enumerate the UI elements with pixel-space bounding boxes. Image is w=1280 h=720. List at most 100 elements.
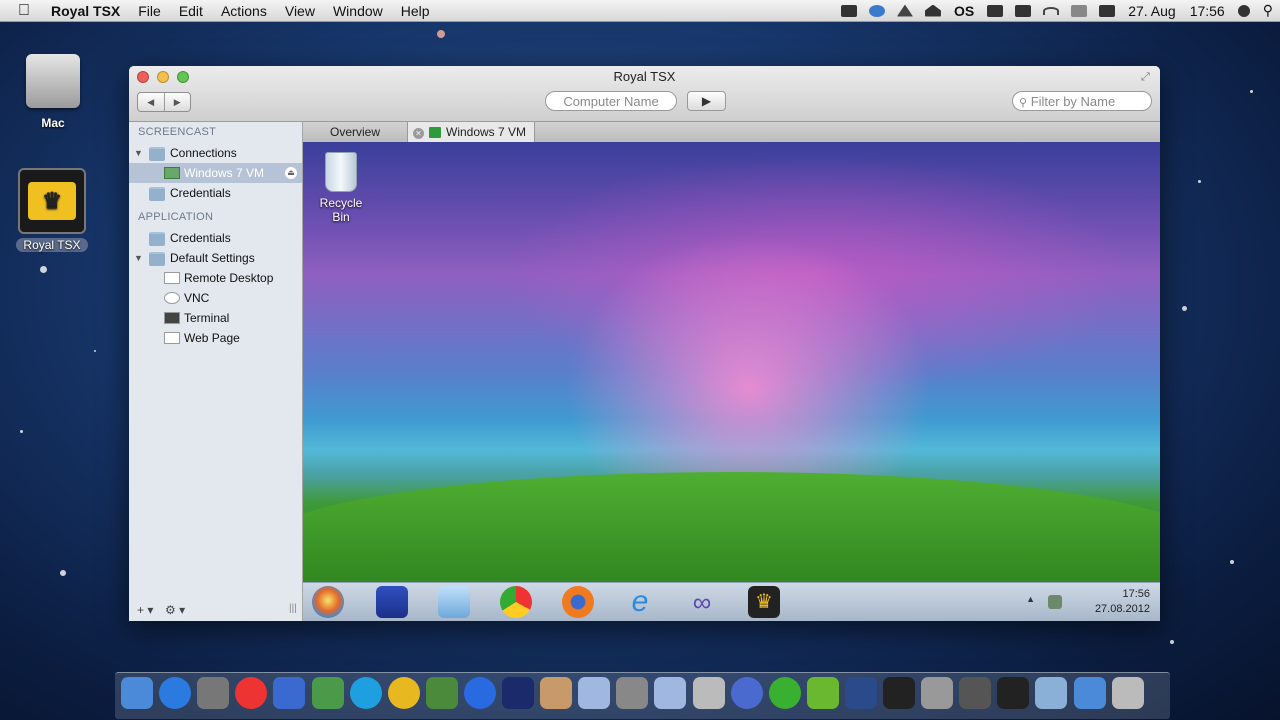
network-icon[interactable] [311, 677, 344, 709]
fullscreen-icon[interactable]: ⤢ [1141, 71, 1153, 83]
app-store-icon[interactable] [159, 677, 192, 709]
finder-icon[interactable] [121, 677, 153, 709]
tsx-icon-2[interactable] [654, 677, 687, 709]
sidebar-item-connections[interactable]: ▼ Connections [129, 143, 302, 163]
computer-name-field[interactable]: Computer Name [545, 91, 677, 111]
world-icon[interactable] [387, 677, 420, 709]
disk-utility-icon[interactable] [197, 677, 230, 709]
evernote-icon[interactable] [425, 677, 458, 709]
firefox-icon[interactable] [562, 586, 594, 618]
menubar-date[interactable]: 27. Aug [1121, 3, 1183, 19]
chrome-icon[interactable] [500, 586, 532, 618]
disclosure-triangle-icon[interactable]: ▼ [134, 248, 143, 268]
downloads-folder-icon[interactable] [1073, 677, 1106, 709]
royal-ts-icon[interactable]: ♛ [748, 586, 780, 618]
sidebar-item-terminal[interactable]: Terminal [129, 308, 302, 328]
forward-button[interactable]: ▶ [165, 93, 191, 111]
clock-time: 17:56 [1122, 588, 1150, 600]
recycle-bin[interactable]: Recycle Bin [311, 152, 371, 224]
menu-view[interactable]: View [276, 0, 324, 22]
hard-drive-icon [26, 54, 80, 108]
paper-plane-icon[interactable] [273, 677, 306, 709]
vnc-icon [164, 292, 180, 304]
sidebar-item-label: Windows 7 VM [184, 166, 265, 180]
disconnect-icon[interactable]: ⏏ [285, 167, 297, 179]
windows-clock[interactable]: 17:56 27.08.2012 [1095, 587, 1150, 617]
remote-desktop-icon[interactable] [844, 677, 877, 709]
green-ball-icon[interactable] [768, 677, 801, 709]
sidebar-item-credentials[interactable]: Credentials [129, 183, 302, 203]
tsx-icon[interactable] [578, 677, 611, 709]
os-status-text[interactable]: OS [947, 3, 981, 19]
desktop-icon-royal-tsx[interactable]: ♛ Royal TSX [10, 168, 94, 252]
sync-icon[interactable] [868, 4, 885, 17]
battery-icon[interactable] [1099, 4, 1116, 17]
back-button[interactable]: ◀ [138, 93, 165, 111]
volume-icon[interactable] [1071, 4, 1088, 17]
xcode-icon[interactable] [616, 677, 649, 709]
start-orb-icon[interactable] [312, 586, 344, 618]
app-menu[interactable]: Royal TSX [42, 0, 129, 22]
sidebar-item-label: Default Settings [170, 251, 255, 265]
sidebar-item-app-credentials[interactable]: Credentials [129, 228, 302, 248]
terminal-icon[interactable] [883, 677, 915, 709]
remote-desktop-icon [164, 272, 180, 284]
network-tray-icon[interactable] [1048, 595, 1062, 609]
spotlight-icon[interactable]: ⚲ [1256, 2, 1280, 19]
wifi-icon[interactable] [1043, 6, 1060, 15]
system-prefs-icon[interactable] [921, 677, 954, 709]
script-icon[interactable] [692, 677, 725, 709]
sidebar-item-remote-desktop[interactable]: Remote Desktop [129, 268, 302, 288]
royal-tsx-icon[interactable] [997, 677, 1030, 709]
disclosure-triangle-icon[interactable]: ▼ [134, 143, 143, 163]
menu-edit[interactable]: Edit [170, 0, 212, 22]
preview-icon[interactable] [540, 677, 573, 709]
camera-icon[interactable] [987, 4, 1004, 17]
chrome-icon[interactable] [235, 677, 268, 709]
globe-icon[interactable] [730, 677, 763, 709]
user-icon[interactable] [1237, 4, 1250, 17]
battery-meter-icon[interactable] [1015, 4, 1032, 17]
remote-desktop-view[interactable]: Recycle Bin [303, 142, 1160, 582]
sidebar-item-default-settings[interactable]: ▼ Default Settings [129, 248, 302, 268]
remote-desktop-icon [164, 167, 180, 179]
sidebar-item-vnc[interactable]: VNC [129, 288, 302, 308]
sidebar-item-windows-7-vm[interactable]: Windows 7 VM ⏏ [129, 163, 302, 183]
drive-icon[interactable] [896, 4, 913, 17]
menu-file[interactable]: File [129, 0, 170, 22]
notepad-icon[interactable] [438, 586, 470, 618]
filter-field[interactable]: ⚲ Filter by Name [1012, 91, 1152, 111]
internet-explorer-icon[interactable]: e [624, 586, 656, 618]
gear-menu-button[interactable]: ⚙ ▾ [165, 603, 185, 617]
photo-icon[interactable] [959, 677, 992, 709]
home-icon[interactable] [924, 4, 941, 17]
filter-placeholder: Filter by Name [1030, 94, 1116, 109]
connect-button[interactable]: ▶ [687, 91, 726, 111]
close-tab-icon[interactable]: ✕ [413, 128, 424, 139]
desktop-icon-mac[interactable]: Mac [20, 54, 86, 130]
tab-windows-7-vm[interactable]: ✕ Windows 7 VM [407, 122, 535, 142]
tab-overview[interactable]: Overview [303, 122, 407, 142]
applications-folder-icon[interactable] [1035, 677, 1068, 709]
screen-record-icon[interactable] [840, 4, 857, 17]
add-button[interactable]: + ▾ [137, 603, 153, 617]
resize-handle-icon[interactable]: ||| [289, 603, 297, 614]
tray-expand-icon[interactable]: ▲ [1026, 594, 1035, 604]
itunes-icon[interactable] [463, 677, 496, 709]
menu-actions[interactable]: Actions [212, 0, 276, 22]
menu-help[interactable]: Help [392, 0, 439, 22]
photoshop-icon[interactable] [502, 677, 534, 709]
sidebar-item-label: Credentials [170, 231, 231, 245]
menu-window[interactable]: Window [324, 0, 392, 22]
leaf-icon[interactable] [806, 677, 839, 709]
remote-desktop-icon [429, 127, 441, 139]
apple-menu-icon[interactable]:  [0, 0, 42, 22]
floppy-save-icon[interactable] [376, 586, 408, 618]
trash-icon[interactable] [1111, 677, 1144, 709]
folder-icon [149, 147, 165, 161]
infinity-icon[interactable]: ∞ [686, 586, 718, 618]
sidebar-item-web-page[interactable]: Web Page [129, 328, 302, 348]
menubar-time[interactable]: 17:56 [1183, 3, 1232, 19]
skype-icon[interactable] [349, 677, 382, 709]
wallpaper-hill [303, 472, 1160, 582]
